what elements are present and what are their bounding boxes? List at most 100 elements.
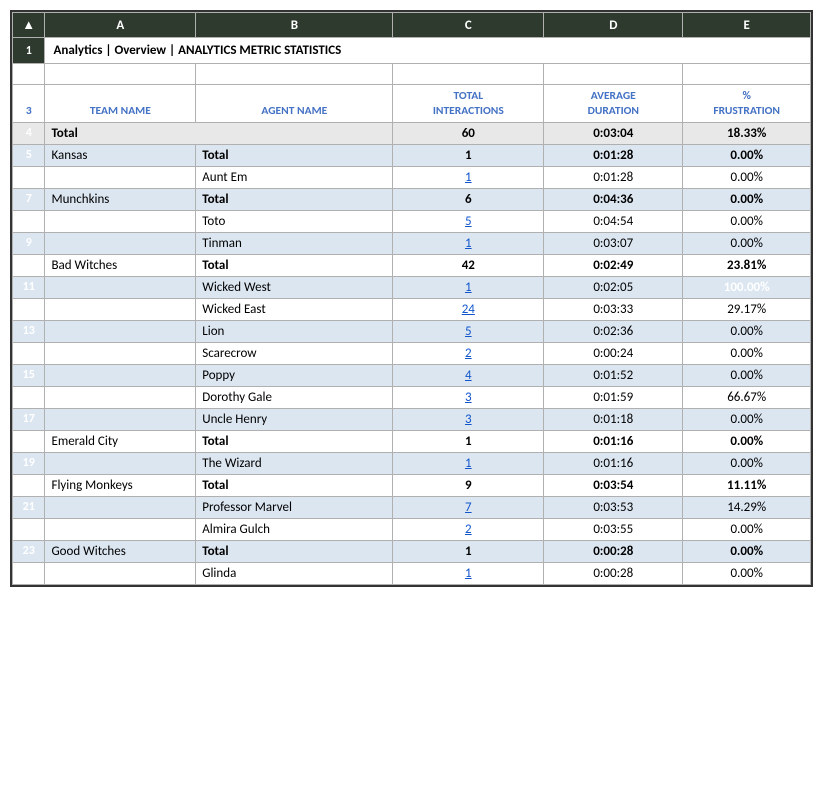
grand-total-interactions: 60: [393, 122, 544, 144]
poppy-duration: 0:01:52: [544, 364, 683, 386]
wicked-west-frustration: 100.00%: [683, 276, 811, 298]
empty-row-2: 2: [13, 64, 811, 85]
scarecrow-interactions[interactable]: 2: [393, 342, 544, 364]
row-num-9: 9: [13, 232, 45, 254]
row-num-8: 8: [13, 210, 45, 232]
agent-bad-witches-total: Total: [196, 254, 393, 276]
team-blank-17: [45, 408, 196, 430]
toto-frustration: 0.00%: [683, 210, 811, 232]
agent-flying-monkeys-total: Total: [196, 474, 393, 496]
flying-monkeys-total-duration: 0:03:54: [544, 474, 683, 496]
kansas-total-interactions: 1: [393, 144, 544, 166]
tinman-frustration: 0.00%: [683, 232, 811, 254]
team-blank-12: [45, 298, 196, 320]
team-name-kansas: Kansas: [45, 144, 196, 166]
good-witches-total-duration: 0:00:28: [544, 540, 683, 562]
row-num-3: 3: [13, 85, 45, 123]
pct-frustration-header: %FRUSTRATION: [683, 85, 811, 123]
team-blank-13: [45, 320, 196, 342]
row-num-22: 22: [13, 518, 45, 540]
row-num-5: 5: [13, 144, 45, 166]
almira-duration: 0:03:55: [544, 518, 683, 540]
tinman-interactions[interactable]: 1: [393, 232, 544, 254]
team-blank-24: [45, 562, 196, 584]
team-blank-9: [45, 232, 196, 254]
table-row: 5 Kansas Total 1 0:01:28 0.00%: [13, 144, 811, 166]
kansas-total-frustration: 0.00%: [683, 144, 811, 166]
agent-scarecrow: Scarecrow: [196, 342, 393, 364]
team-name-munchkins: Munchkins: [45, 188, 196, 210]
col-d-header: D: [544, 13, 683, 38]
agent-uncle-henry: Uncle Henry: [196, 408, 393, 430]
emerald-city-total-frustration: 0.00%: [683, 430, 811, 452]
glinda-interactions[interactable]: 1: [393, 562, 544, 584]
professor-marvel-frustration: 14.29%: [683, 496, 811, 518]
wicked-west-interactions[interactable]: 1: [393, 276, 544, 298]
row-num-14: 14: [13, 342, 45, 364]
flying-monkeys-total-frustration: 11.11%: [683, 474, 811, 496]
average-duration-header: AVERAGEDURATION: [544, 85, 683, 123]
row-num-13: 13: [13, 320, 45, 342]
professor-marvel-interactions[interactable]: 7: [393, 496, 544, 518]
row-num-17: 17: [13, 408, 45, 430]
wicked-west-duration: 0:02:05: [544, 276, 683, 298]
team-name-emerald-city: Emerald City: [45, 430, 196, 452]
dorothy-interactions[interactable]: 3: [393, 386, 544, 408]
row-num-10: 10: [13, 254, 45, 276]
munchkins-total-interactions: 6: [393, 188, 544, 210]
team-name-header: TEAM NAME: [45, 85, 196, 123]
team-name-bad-witches: Bad Witches: [45, 254, 196, 276]
bad-witches-total-frustration: 23.81%: [683, 254, 811, 276]
bad-witches-total-interactions: 42: [393, 254, 544, 276]
uncle-henry-frustration: 0.00%: [683, 408, 811, 430]
row-num-4: 4: [13, 122, 45, 144]
row-num-23: 23: [13, 540, 45, 562]
toto-interactions[interactable]: 5: [393, 210, 544, 232]
table-row: 10 Bad Witches Total 42 0:02:49 23.81%: [13, 254, 811, 276]
table-row: 24 Glinda 1 0:00:28 0.00%: [13, 562, 811, 584]
poppy-frustration: 0.00%: [683, 364, 811, 386]
agent-good-witches-total: Total: [196, 540, 393, 562]
table-row: 12 Wicked East 24 0:03:33 29.17%: [13, 298, 811, 320]
emerald-city-total-interactions: 1: [393, 430, 544, 452]
kansas-total-duration: 0:01:28: [544, 144, 683, 166]
table-row: 18 Emerald City Total 1 0:01:16 0.00%: [13, 430, 811, 452]
team-blank-8: [45, 210, 196, 232]
tinman-duration: 0:03:07: [544, 232, 683, 254]
wicked-east-duration: 0:03:33: [544, 298, 683, 320]
row-num-15: 15: [13, 364, 45, 386]
table-row: 15 Poppy 4 0:01:52 0.00%: [13, 364, 811, 386]
scarecrow-duration: 0:00:24: [544, 342, 683, 364]
grand-total-frustration: 18.33%: [683, 122, 811, 144]
lion-interactions[interactable]: 5: [393, 320, 544, 342]
team-blank-15: [45, 364, 196, 386]
dorothy-frustration: 66.67%: [683, 386, 811, 408]
col-a-header: A: [45, 13, 196, 38]
wizard-interactions[interactable]: 1: [393, 452, 544, 474]
agent-almira-gulch: Almira Gulch: [196, 518, 393, 540]
aunt-em-interactions[interactable]: 1: [393, 166, 544, 188]
agent-wicked-west: Wicked West: [196, 276, 393, 298]
team-blank-21: [45, 496, 196, 518]
row-num-7: 7: [13, 188, 45, 210]
uncle-henry-interactions[interactable]: 3: [393, 408, 544, 430]
agent-glinda: Glinda: [196, 562, 393, 584]
poppy-interactions[interactable]: 4: [393, 364, 544, 386]
aunt-em-duration: 0:01:28: [544, 166, 683, 188]
row-num-19: 19: [13, 452, 45, 474]
row-num-21: 21: [13, 496, 45, 518]
wicked-east-interactions[interactable]: 24: [393, 298, 544, 320]
almira-frustration: 0.00%: [683, 518, 811, 540]
team-blank-14: [45, 342, 196, 364]
corner-cell: ▲: [13, 13, 45, 38]
almira-interactions[interactable]: 2: [393, 518, 544, 540]
total-interactions-header: TOTALINTERACTIONS: [393, 85, 544, 123]
team-blank-11: [45, 276, 196, 298]
wizard-duration: 0:01:16: [544, 452, 683, 474]
table-row: 8 Toto 5 0:04:54 0.00%: [13, 210, 811, 232]
lion-duration: 0:02:36: [544, 320, 683, 342]
toto-duration: 0:04:54: [544, 210, 683, 232]
flying-monkeys-total-interactions: 9: [393, 474, 544, 496]
table-row: 22 Almira Gulch 2 0:03:55 0.00%: [13, 518, 811, 540]
column-headers: ▲ A B C D E: [13, 13, 811, 38]
